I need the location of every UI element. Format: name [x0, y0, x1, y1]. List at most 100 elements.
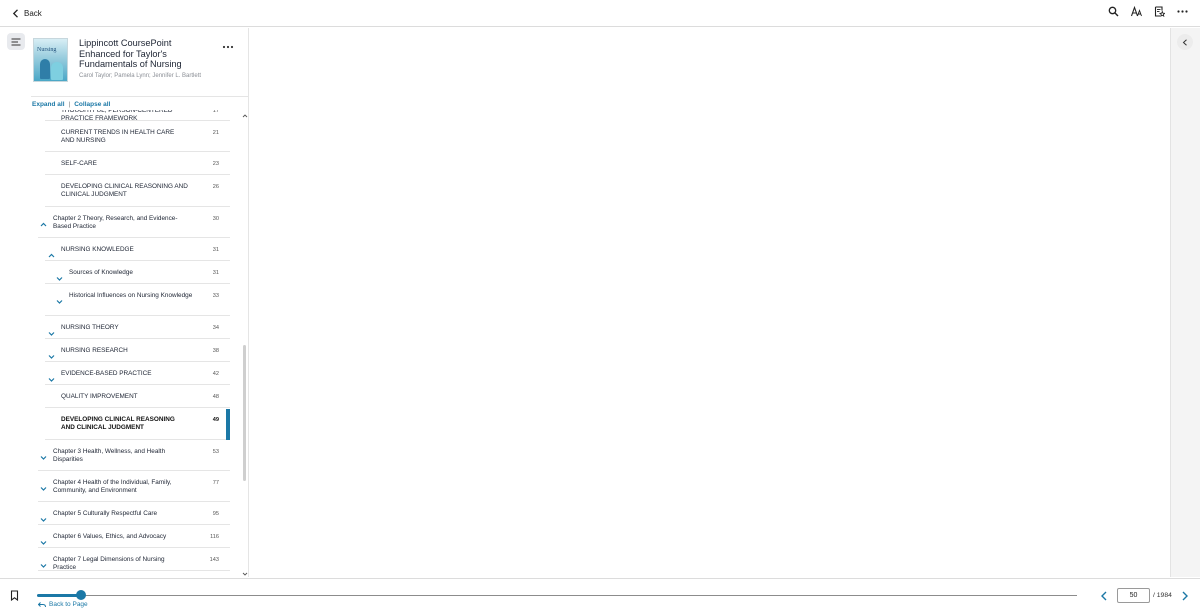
chevron-down-icon[interactable]	[40, 448, 47, 460]
next-page-icon[interactable]	[1181, 591, 1189, 601]
cover-title: Nursing	[37, 47, 57, 53]
toc-item-label: Chapter 7 Legal Dimensions of Nursing Pr…	[53, 556, 165, 571]
toc-item[interactable]: Chapter 3 Health, Wellness, and Health D…	[38, 441, 230, 471]
back-label: Back	[24, 8, 42, 18]
page-total: / 1984	[1153, 592, 1172, 599]
search-icon[interactable]	[1108, 6, 1119, 17]
bookmark-star-icon[interactable]	[1154, 6, 1165, 17]
toc-item-page: 38	[212, 348, 219, 354]
toc-item-label: SELF-CARE	[61, 160, 97, 167]
toc-item[interactable]: Chapter 2 Theory, Research, and Evidence…	[38, 208, 230, 238]
toc-item-page: 77	[212, 480, 219, 486]
toc-item[interactable]: EVIDENCE-BASED PRACTICE 42	[45, 363, 230, 385]
chevron-left-icon	[1182, 38, 1187, 46]
bottom-navigation-bar: Back to Page / 1984	[0, 578, 1200, 611]
toc-item[interactable]: Historical Influences on Nursing Knowled…	[45, 285, 230, 316]
toc-item[interactable]: NURSING THEORY 34	[45, 317, 230, 339]
toc-item-page: 33	[212, 293, 219, 299]
toc-item-label: Chapter 5 Culturally Respectful Care	[53, 510, 158, 517]
toc-toggle-button[interactable]	[7, 33, 25, 50]
back-to-page-button[interactable]: Back to Page	[38, 601, 88, 608]
chevron-up-icon[interactable]	[40, 215, 47, 227]
book-authors: Carol Taylor; Pamela Lynn; Jennifer L. B…	[79, 73, 202, 79]
chevron-down-icon[interactable]	[40, 556, 47, 568]
toc-item-page: 26	[212, 184, 219, 190]
previous-page-icon[interactable]	[1100, 591, 1108, 601]
toc-item-label: DEVELOPING CLINICAL REASONING AND CLINIC…	[61, 416, 175, 431]
divider	[31, 96, 249, 97]
menu-icon	[11, 38, 21, 45]
scroll-down-icon[interactable]	[242, 571, 248, 577]
toc-item-page: 143	[209, 557, 219, 563]
toc-item[interactable]: DEVELOPING CLINICAL REASONING AND CLINIC…	[45, 409, 230, 440]
toc-item-label: EVIDENCE-BASED PRACTICE	[61, 370, 152, 377]
collapse-panel-button[interactable]	[1177, 34, 1193, 50]
scroll-up-icon[interactable]	[242, 113, 248, 119]
toc-item-label: Chapter 2 Theory, Research, and Evidence…	[53, 215, 178, 230]
toc-scrollbar[interactable]	[241, 113, 249, 577]
toc-item-page: 42	[212, 371, 219, 377]
toc-item-label: NURSING THEORY	[61, 324, 119, 331]
page-slider-handle[interactable]	[75, 590, 86, 600]
font-size-icon[interactable]	[1131, 6, 1142, 17]
chevron-down-icon[interactable]	[48, 324, 55, 336]
toc-item-page: 17	[212, 110, 219, 114]
toc-item-page: 31	[212, 270, 219, 276]
page-slider-track[interactable]	[37, 595, 1077, 596]
toolbar-icons	[1108, 6, 1188, 17]
toc-item[interactable]: Chapter 5 Culturally Respectful Care 95	[38, 503, 230, 525]
toc-item-label: NURSING KNOWLEDGE	[61, 246, 134, 253]
book-cover: Nursing	[33, 38, 68, 82]
toc-item-page: 31	[212, 247, 219, 253]
chevron-left-icon	[12, 8, 18, 18]
right-rail	[1170, 28, 1200, 577]
toc-item[interactable]: Chapter 4 Health of the Individual, Fami…	[38, 472, 230, 502]
toc-item-label: QUALITY IMPROVEMENT	[61, 393, 138, 400]
chevron-down-icon[interactable]	[48, 370, 55, 382]
toc-controls-separator: |	[68, 101, 71, 108]
toc-item-page: 95	[212, 511, 219, 517]
toc-item-page: 34	[212, 325, 219, 331]
toc-item[interactable]: QUALITY IMPROVEMENT 48	[45, 386, 230, 408]
toc-item[interactable]: DEVELOPING CLINICAL REASONING AND CLINIC…	[45, 176, 230, 207]
toc-item[interactable]: THOUGHTFUL, PERSON-CENTERED PRACTICE FRA…	[45, 110, 230, 122]
toc-item-page: 116	[210, 534, 219, 540]
table-of-contents-panel: Nursing Lippincott CoursePoint Enhanced …	[0, 28, 249, 577]
chevron-up-icon[interactable]	[48, 246, 55, 258]
chevron-down-icon[interactable]	[40, 479, 47, 491]
chevron-down-icon[interactable]	[40, 533, 47, 545]
toc-list: THOUGHTFUL, PERSON-CENTERED PRACTICE FRA…	[31, 110, 238, 577]
chevron-down-icon[interactable]	[48, 347, 55, 359]
scrollbar-thumb[interactable]	[243, 345, 246, 481]
collapse-all-link[interactable]: Collapse all	[74, 101, 110, 108]
toc-item[interactable]: NURSING RESEARCH 38	[45, 340, 230, 362]
toc-item-page: 23	[212, 161, 219, 167]
top-toolbar: Back	[0, 0, 1200, 27]
back-button[interactable]: Back	[12, 6, 42, 20]
toc-item[interactable]: Chapter 6 Values, Ethics, and Advocacy 11…	[38, 526, 230, 548]
bookmark-icon[interactable]	[10, 590, 19, 601]
toc-item-page: 30	[212, 216, 219, 222]
reader-content-area	[249, 28, 1170, 577]
expand-all-link[interactable]: Expand all	[32, 101, 65, 108]
toc-item-page: 48	[212, 394, 219, 400]
more-icon[interactable]	[1177, 6, 1188, 17]
undo-arrow-icon	[38, 601, 46, 607]
toc-controls: Expand all | Collapse all	[32, 101, 110, 108]
book-more-icon[interactable]	[222, 38, 234, 49]
toc-item-label: Historical Influences on Nursing Knowled…	[69, 292, 193, 299]
chevron-down-icon[interactable]	[56, 269, 63, 281]
chevron-down-icon[interactable]	[40, 510, 47, 522]
chevron-down-icon[interactable]	[56, 292, 63, 304]
toc-item-page: 49	[212, 417, 219, 423]
toc-item-label: Sources of Knowledge	[69, 269, 133, 276]
toc-item[interactable]: NURSING KNOWLEDGE 31	[45, 239, 230, 261]
page-number-input[interactable]	[1117, 588, 1150, 603]
toc-item-label: Chapter 6 Values, Ethics, and Advocacy	[53, 533, 167, 540]
toc-item[interactable]: Sources of Knowledge 31	[45, 262, 230, 284]
toc-item[interactable]: Chapter 7 Legal Dimensions of Nursing Pr…	[38, 549, 230, 571]
toc-item[interactable]: CURRENT TRENDS IN HEALTH CARE AND NURSIN…	[45, 122, 230, 152]
back-to-page-label: Back to Page	[49, 601, 88, 608]
toc-item[interactable]: SELF-CARE 23	[45, 153, 230, 175]
toc-item-page: 53	[212, 449, 219, 455]
